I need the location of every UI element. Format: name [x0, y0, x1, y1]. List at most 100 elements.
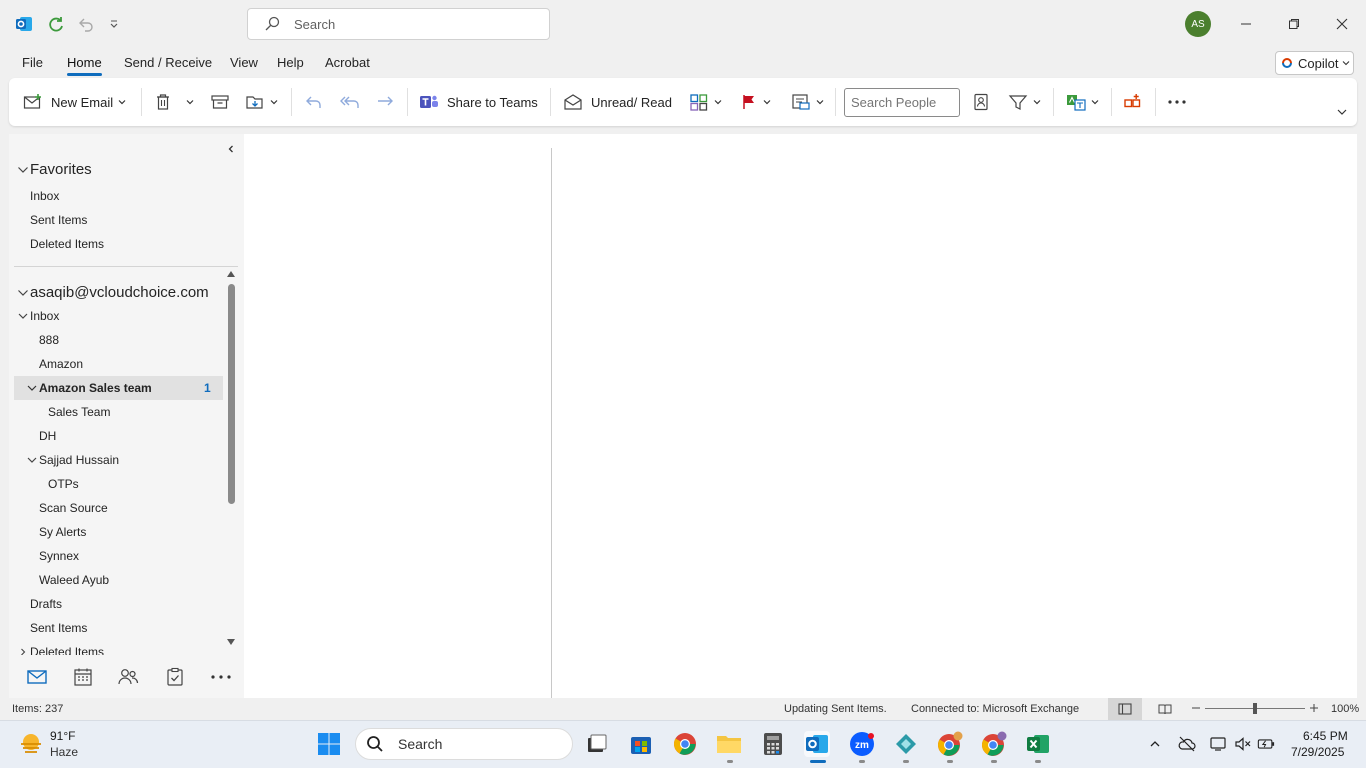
clock-date[interactable]: 7/29/2025: [1291, 745, 1344, 759]
taskbar-chrome[interactable]: [672, 731, 698, 757]
tab-home[interactable]: Home: [67, 55, 102, 76]
account-collapse-toggle[interactable]: [17, 287, 29, 299]
folder-dh[interactable]: DH: [39, 429, 56, 443]
follow-up-button[interactable]: [740, 90, 772, 114]
reply-all-icon: [340, 96, 359, 108]
sajjad-collapse-toggle[interactable]: [27, 455, 37, 465]
restore-button[interactable]: [1279, 9, 1309, 39]
account-header[interactable]: asaqib@vcloudchoice.com: [30, 284, 209, 301]
reply-button[interactable]: [304, 90, 324, 114]
amazon-sales-collapse-toggle[interactable]: [27, 383, 37, 393]
tab-send-receive[interactable]: Send / Receive: [124, 55, 212, 70]
scroll-down-button[interactable]: [226, 638, 236, 646]
close-button[interactable]: [1327, 9, 1357, 39]
folder-sent-items[interactable]: Sent Items: [30, 621, 87, 635]
task-view-button[interactable]: [584, 731, 610, 757]
battery-tray-icon[interactable]: [1257, 735, 1275, 753]
customize-toolbar-icon[interactable]: [103, 13, 125, 35]
inbox-collapse-toggle[interactable]: [18, 311, 28, 321]
taskbar-search[interactable]: Search: [355, 728, 573, 760]
more-modules-button[interactable]: [210, 667, 232, 687]
search-input[interactable]: Search: [247, 8, 550, 40]
folder-amazon-sales-team[interactable]: Amazon Sales team: [39, 381, 152, 395]
folder-scan-source[interactable]: Scan Source: [39, 501, 108, 515]
favorites-header[interactable]: Favorites: [30, 161, 92, 178]
collapse-folder-pane-button[interactable]: [226, 144, 236, 154]
avatar[interactable]: AS: [1185, 11, 1211, 37]
taskbar-app-teal[interactable]: [893, 731, 919, 757]
folder-otps[interactable]: OTPs: [48, 477, 79, 491]
copilot-button[interactable]: Copilot: [1275, 51, 1354, 75]
taskbar-chrome-profile-2[interactable]: [981, 731, 1007, 757]
folder-sy-alerts[interactable]: Sy Alerts: [39, 525, 86, 539]
favorite-item-sent-items[interactable]: Sent Items: [30, 213, 87, 227]
tab-help[interactable]: Help: [277, 55, 304, 70]
unread-read-button[interactable]: Unread/ Read: [563, 90, 672, 114]
send-receive-groups-button[interactable]: [1066, 90, 1100, 114]
share-to-teams-button[interactable]: Share to Teams: [419, 90, 538, 114]
undo-icon[interactable]: [74, 13, 96, 35]
zoom-out-button[interactable]: [1191, 703, 1201, 713]
zoom-level[interactable]: 100%: [1331, 703, 1359, 715]
start-button[interactable]: [316, 731, 342, 757]
tasks-module-button[interactable]: [164, 667, 186, 687]
favorite-item-deleted-items[interactable]: Deleted Items: [30, 237, 104, 251]
folder-deleted-items[interactable]: Deleted Items: [30, 645, 104, 655]
rules-button[interactable]: [791, 90, 825, 114]
folder-sales-team[interactable]: Sales Team: [48, 405, 110, 419]
normal-view-button[interactable]: [1108, 698, 1142, 720]
taskbar-chrome-profile-1[interactable]: [937, 731, 963, 757]
more-commands-button[interactable]: [1167, 90, 1187, 114]
tab-view[interactable]: View: [230, 55, 258, 70]
address-book-button[interactable]: [972, 90, 990, 114]
expand-ribbon-button[interactable]: [1336, 100, 1348, 124]
zoom-in-button[interactable]: [1309, 703, 1319, 713]
filter-icon: [1008, 95, 1028, 110]
taskbar-excel[interactable]: [1025, 731, 1051, 757]
triangle-up-icon: [227, 271, 235, 277]
delete-button[interactable]: [154, 90, 172, 114]
reply-all-button[interactable]: [339, 90, 361, 114]
new-email-button[interactable]: New Email: [23, 90, 127, 114]
taskbar-outlook[interactable]: [804, 731, 830, 757]
tab-file[interactable]: File: [22, 55, 43, 70]
favorite-item-inbox[interactable]: Inbox: [30, 189, 59, 203]
delete-options-button[interactable]: [185, 90, 195, 114]
favorites-collapse-toggle[interactable]: [17, 164, 29, 176]
mail-module-button[interactable]: [26, 667, 48, 687]
taskbar-calculator[interactable]: [760, 731, 786, 757]
zoom-slider-thumb[interactable]: [1253, 703, 1257, 714]
folder-synnex[interactable]: Synnex: [39, 549, 79, 563]
folder-888[interactable]: 888: [39, 333, 59, 347]
folder-inbox[interactable]: Inbox: [30, 309, 59, 323]
weather-widget[interactable]: [18, 731, 44, 757]
people-module-button[interactable]: [117, 667, 139, 687]
forward-button[interactable]: [375, 90, 395, 114]
taskbar-app-store[interactable]: [628, 731, 654, 757]
archive-button[interactable]: [210, 90, 230, 114]
minimize-button[interactable]: [1231, 9, 1261, 39]
clock-time[interactable]: 6:45 PM: [1303, 729, 1348, 743]
volume-tray-icon[interactable]: [1234, 735, 1252, 753]
reading-view-button[interactable]: [1158, 702, 1172, 716]
folder-waleed-ayub[interactable]: Waleed Ayub: [39, 573, 109, 587]
search-people-input[interactable]: [844, 88, 960, 117]
calendar-module-button[interactable]: [72, 667, 94, 687]
scrollbar-thumb[interactable]: [228, 284, 235, 504]
taskbar-file-explorer[interactable]: [716, 731, 742, 757]
folder-sajjad-hussain[interactable]: Sajjad Hussain: [39, 453, 119, 467]
move-button[interactable]: [245, 90, 279, 114]
tab-acrobat[interactable]: Acrobat: [325, 55, 370, 70]
taskbar-zoom[interactable]: zm: [849, 731, 875, 757]
folder-amazon[interactable]: Amazon: [39, 357, 83, 371]
filter-email-button[interactable]: [1008, 90, 1042, 114]
get-add-ins-button[interactable]: [1123, 90, 1143, 114]
folder-drafts[interactable]: Drafts: [30, 597, 62, 611]
categorize-button[interactable]: [689, 90, 723, 114]
message-list[interactable]: [245, 134, 551, 698]
send-receive-all-icon[interactable]: [45, 13, 67, 35]
onedrive-tray-icon[interactable]: [1178, 735, 1196, 753]
network-tray-icon[interactable]: [1209, 735, 1227, 753]
show-hidden-icons-button[interactable]: [1146, 735, 1164, 753]
scroll-up-button[interactable]: [226, 270, 236, 278]
